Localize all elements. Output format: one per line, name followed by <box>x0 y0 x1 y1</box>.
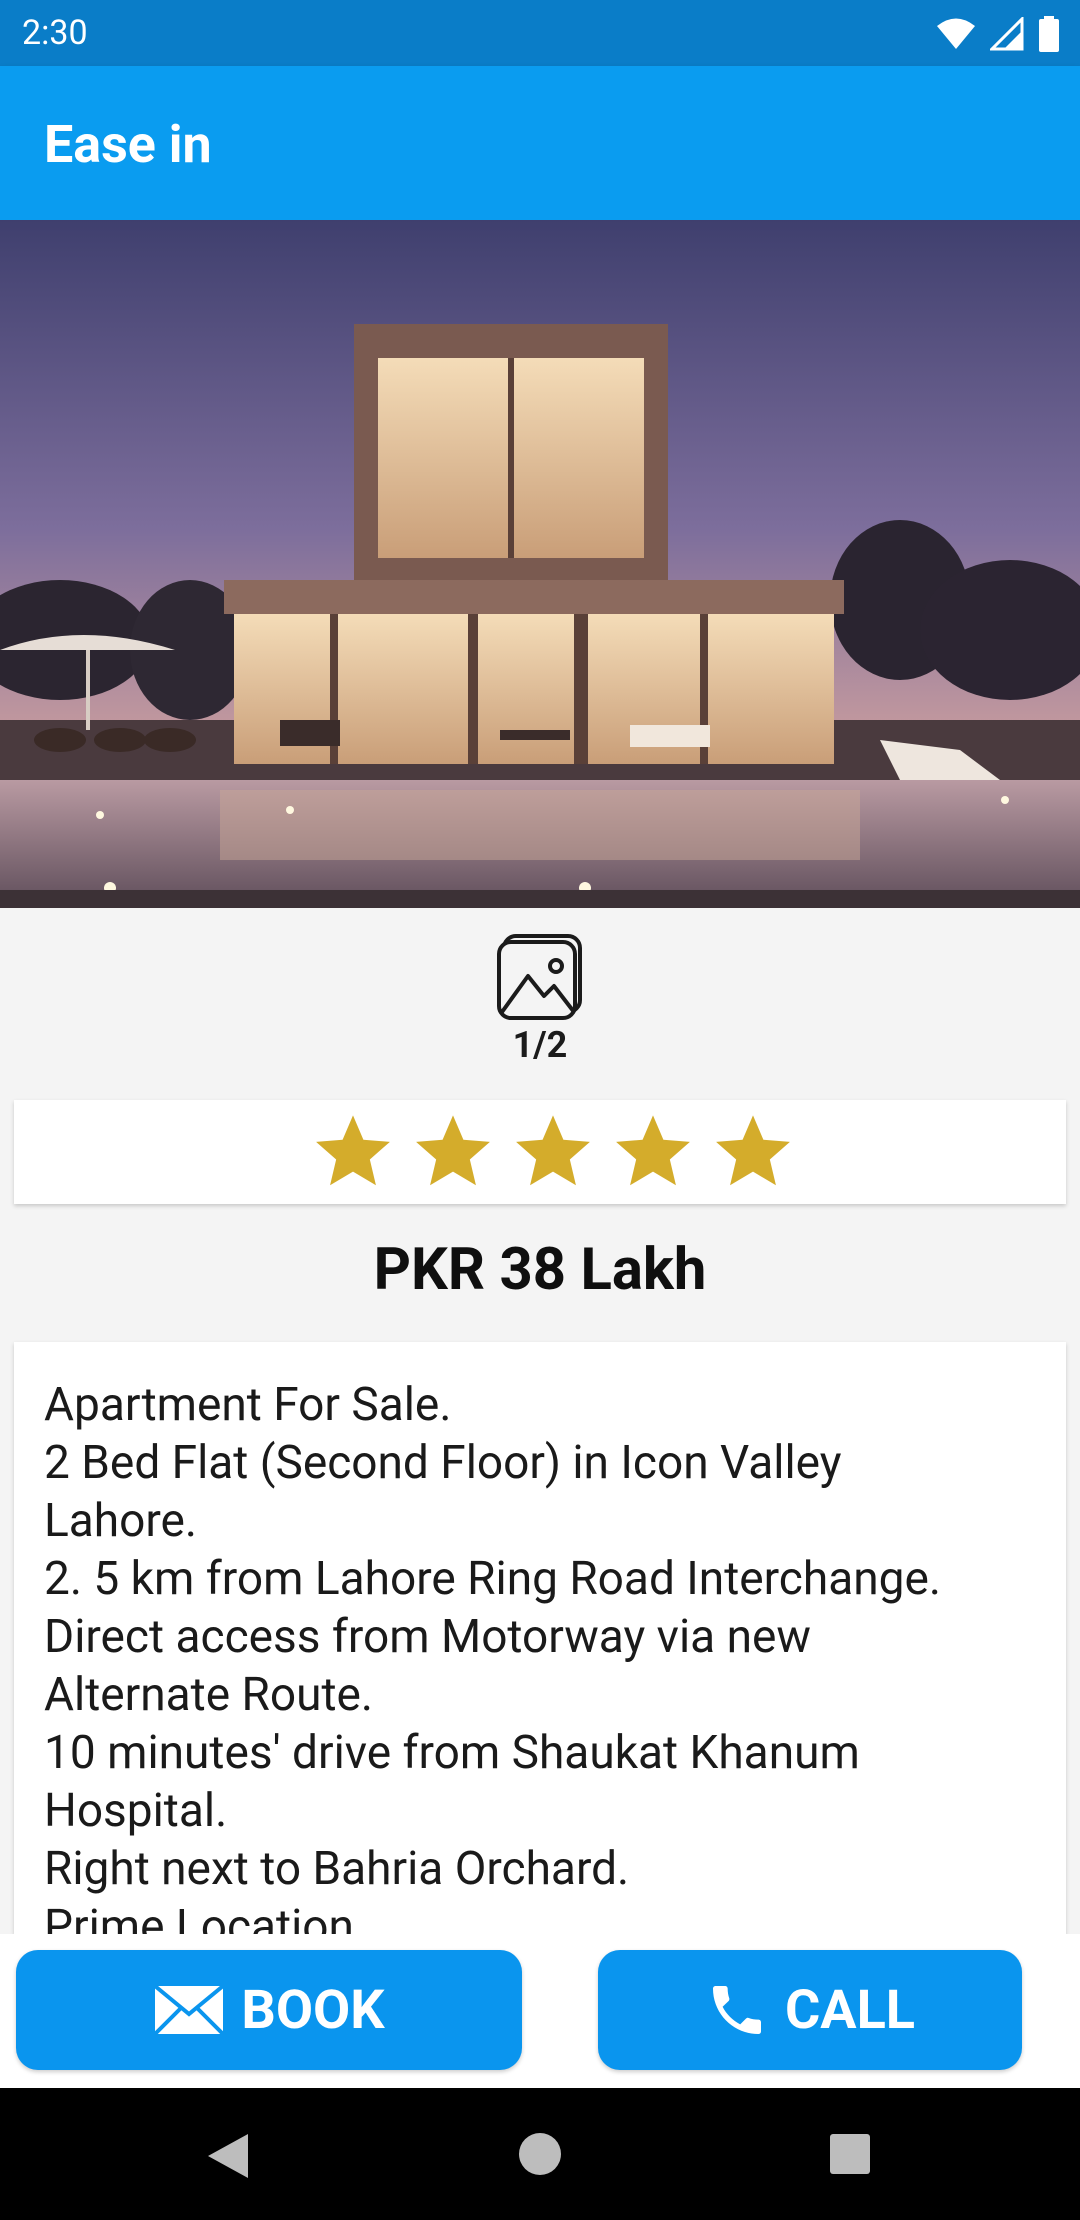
description-card[interactable]: Apartment For Sale. 2 Bed Flat (Second F… <box>14 1342 1066 1934</box>
back-icon[interactable] <box>204 2132 250 2180</box>
description-line: Prime Location. <box>44 1900 367 1934</box>
wifi-icon <box>937 18 975 49</box>
description-line: Right next to Bahria Orchard. <box>44 1842 630 1896</box>
description-line: 2. 5 km from Lahore Ring Road Interchang… <box>44 1552 941 1606</box>
app-bar: Ease in <box>0 66 1080 220</box>
status-icons <box>936 14 1060 54</box>
status-time: 2:30 <box>22 13 88 53</box>
description-line: 2 Bed Flat (Second Floor) in Icon Valley <box>44 1436 842 1490</box>
book-button[interactable]: BOOK <box>16 1950 522 2070</box>
status-bar: 2:30 <box>0 0 1080 66</box>
description-line: Hospital. <box>44 1784 228 1838</box>
battery-icon <box>1039 16 1059 52</box>
book-label: BOOK <box>241 1978 385 2042</box>
recents-icon[interactable] <box>828 2132 872 2176</box>
navigation-bar <box>0 2088 1080 2220</box>
property-image[interactable] <box>0 220 1080 908</box>
description-line: 10 minutes' drive from Shaukat Khanum <box>44 1726 860 1780</box>
star-rating[interactable] <box>310 1110 796 1194</box>
action-bar: BOOK CALL <box>0 1934 1080 2088</box>
call-button[interactable]: CALL <box>598 1950 1022 2070</box>
description-text: Apartment For Sale. 2 Bed Flat (Second F… <box>44 1376 1044 1934</box>
description-line: Lahore. <box>44 1494 198 1548</box>
description-line: Direct access from Motorway via new <box>44 1610 811 1664</box>
star-icon[interactable] <box>410 1110 496 1196</box>
signal-icon <box>990 17 1024 51</box>
call-label: CALL <box>784 1978 916 2042</box>
mail-icon <box>153 1984 225 2036</box>
description-line: Alternate Route. <box>44 1668 374 1722</box>
gallery-icon[interactable] <box>496 934 584 1020</box>
app-title: Ease in <box>44 114 212 175</box>
star-icon[interactable] <box>710 1110 796 1196</box>
price-label: PKR 38 Lakh <box>373 1236 707 1304</box>
description-line: Apartment For Sale. <box>44 1378 452 1432</box>
star-icon[interactable] <box>610 1110 696 1196</box>
home-icon[interactable] <box>518 2132 562 2176</box>
gallery-count: 1/2 <box>512 1024 568 1066</box>
star-icon[interactable] <box>310 1110 396 1196</box>
phone-icon <box>705 1978 769 2042</box>
star-icon[interactable] <box>510 1110 596 1196</box>
rating-card <box>14 1100 1066 1204</box>
